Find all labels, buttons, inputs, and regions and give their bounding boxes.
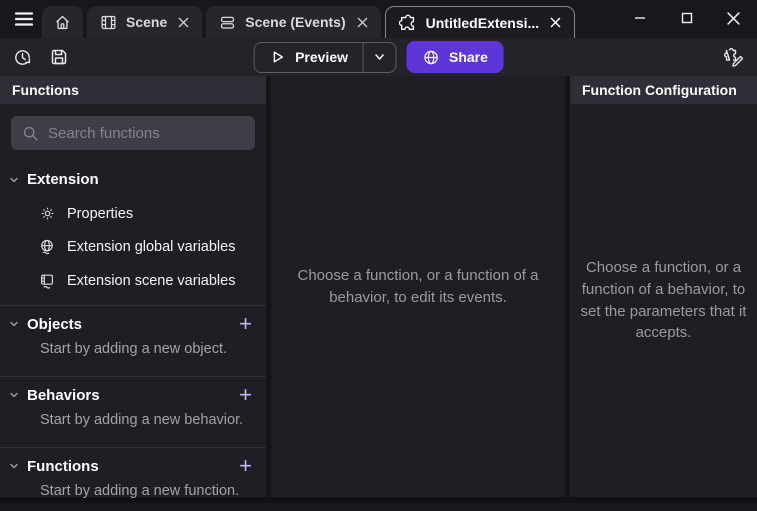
behaviors-section-header[interactable]: Behaviors + bbox=[0, 377, 266, 408]
add-function-button[interactable]: + bbox=[239, 457, 252, 475]
events-editor-panel: Choose a function, or a function of a be… bbox=[271, 76, 565, 497]
extension-puzzle-icon bbox=[399, 14, 417, 32]
tree-item-label: Extension global variables bbox=[67, 239, 235, 255]
extension-group-header[interactable]: Extension bbox=[0, 162, 266, 197]
share-button[interactable]: Share bbox=[407, 41, 504, 73]
preview-label: Preview bbox=[295, 49, 348, 65]
search-functions-box[interactable] bbox=[11, 116, 255, 150]
add-behavior-button[interactable]: + bbox=[239, 386, 252, 404]
gear-icon bbox=[38, 205, 56, 222]
close-tab-icon[interactable] bbox=[357, 17, 368, 28]
preview-split-button: Preview bbox=[253, 42, 397, 73]
functions-panel: Functions Extension Properties Extension bbox=[0, 76, 266, 497]
tab-bar: Scene Scene (Events) UntitledExtensi... bbox=[42, 6, 575, 38]
chevron-down-icon bbox=[8, 460, 20, 472]
titlebar: Scene Scene (Events) UntitledExtensi... bbox=[0, 0, 757, 38]
objects-empty-hint: Start by adding a new object. bbox=[0, 337, 266, 369]
globe-variables-icon bbox=[38, 238, 56, 256]
edit-extension-properties-button[interactable] bbox=[723, 46, 745, 68]
share-label: Share bbox=[449, 49, 488, 65]
functions-section-header[interactable]: Functions + bbox=[0, 448, 266, 479]
search-functions-input[interactable] bbox=[48, 125, 244, 142]
window-controls bbox=[616, 0, 757, 36]
events-empty-message: Choose a function, or a function of a be… bbox=[278, 265, 558, 309]
save-button[interactable] bbox=[49, 47, 69, 67]
tree-item-scene-variables[interactable]: Extension scene variables bbox=[0, 264, 266, 298]
maximize-icon bbox=[681, 12, 693, 24]
tree-item-label: Properties bbox=[67, 206, 133, 222]
save-floppy-icon bbox=[49, 47, 69, 67]
chevron-down-icon bbox=[8, 318, 20, 330]
minimize-button[interactable] bbox=[616, 0, 663, 36]
version-history-button[interactable] bbox=[12, 47, 33, 68]
tab-home[interactable] bbox=[42, 6, 83, 38]
search-icon bbox=[22, 125, 39, 142]
add-object-button[interactable]: + bbox=[239, 315, 252, 333]
minimize-icon bbox=[634, 12, 646, 24]
chevron-down-icon bbox=[8, 174, 20, 186]
tab-label: Scene bbox=[126, 14, 167, 30]
workspace-panels: Functions Extension Properties Extension bbox=[0, 76, 757, 497]
functions-panel-title: Functions bbox=[12, 82, 79, 98]
extension-group-label: Extension bbox=[27, 171, 99, 188]
home-icon bbox=[54, 14, 71, 31]
tree-item-global-variables[interactable]: Extension global variables bbox=[0, 230, 266, 264]
function-configuration-panel: Function Configuration Choose a function… bbox=[570, 76, 757, 497]
objects-section-header[interactable]: Objects + bbox=[0, 306, 266, 337]
chevron-down-icon bbox=[374, 51, 386, 63]
history-clock-icon bbox=[12, 47, 33, 68]
tab-scene[interactable]: Scene bbox=[87, 6, 202, 38]
close-tab-icon[interactable] bbox=[178, 17, 189, 28]
preview-button[interactable]: Preview bbox=[254, 43, 363, 72]
maximize-button[interactable] bbox=[663, 0, 710, 36]
tab-label: Scene (Events) bbox=[245, 14, 345, 30]
function-configuration-body: Choose a function, or a function of a be… bbox=[570, 104, 757, 497]
scene-variables-icon bbox=[38, 272, 56, 290]
objects-section-label: Objects bbox=[27, 316, 82, 333]
configuration-empty-message: Choose a function, or a function of a be… bbox=[579, 257, 749, 344]
main-menu-button[interactable] bbox=[6, 0, 42, 38]
preview-options-button[interactable] bbox=[363, 43, 396, 72]
close-icon bbox=[727, 12, 740, 25]
tab-label: UntitledExtensi... bbox=[426, 15, 540, 31]
toolbar-left bbox=[12, 47, 69, 68]
tab-untitled-extension[interactable]: UntitledExtensi... bbox=[385, 6, 576, 38]
puzzle-pencil-icon bbox=[723, 46, 745, 68]
chevron-down-icon bbox=[8, 389, 20, 401]
functions-empty-hint: Start by adding a new function. bbox=[0, 479, 266, 511]
functions-section-label: Functions bbox=[27, 458, 99, 475]
scene-icon bbox=[100, 14, 117, 31]
behaviors-section-label: Behaviors bbox=[27, 387, 100, 404]
close-tab-icon[interactable] bbox=[550, 17, 561, 28]
toolbar-center: Preview Share bbox=[253, 41, 504, 73]
function-configuration-header: Function Configuration bbox=[570, 76, 757, 104]
tree-item-label: Extension scene variables bbox=[67, 273, 235, 289]
events-editor-body: Choose a function, or a function of a be… bbox=[271, 76, 565, 497]
globe-icon bbox=[423, 49, 440, 66]
tree-item-properties[interactable]: Properties bbox=[0, 197, 266, 230]
tab-scene-events[interactable]: Scene (Events) bbox=[206, 6, 380, 38]
play-icon bbox=[269, 49, 285, 65]
behaviors-empty-hint: Start by adding a new behavior. bbox=[0, 408, 266, 440]
events-sheet-icon bbox=[219, 14, 236, 31]
hamburger-icon bbox=[14, 11, 34, 27]
functions-panel-header: Functions bbox=[0, 76, 266, 104]
toolbar-right bbox=[723, 46, 745, 68]
close-window-button[interactable] bbox=[710, 0, 757, 36]
toolbar: Preview Share bbox=[0, 38, 757, 76]
function-configuration-title: Function Configuration bbox=[582, 82, 737, 98]
